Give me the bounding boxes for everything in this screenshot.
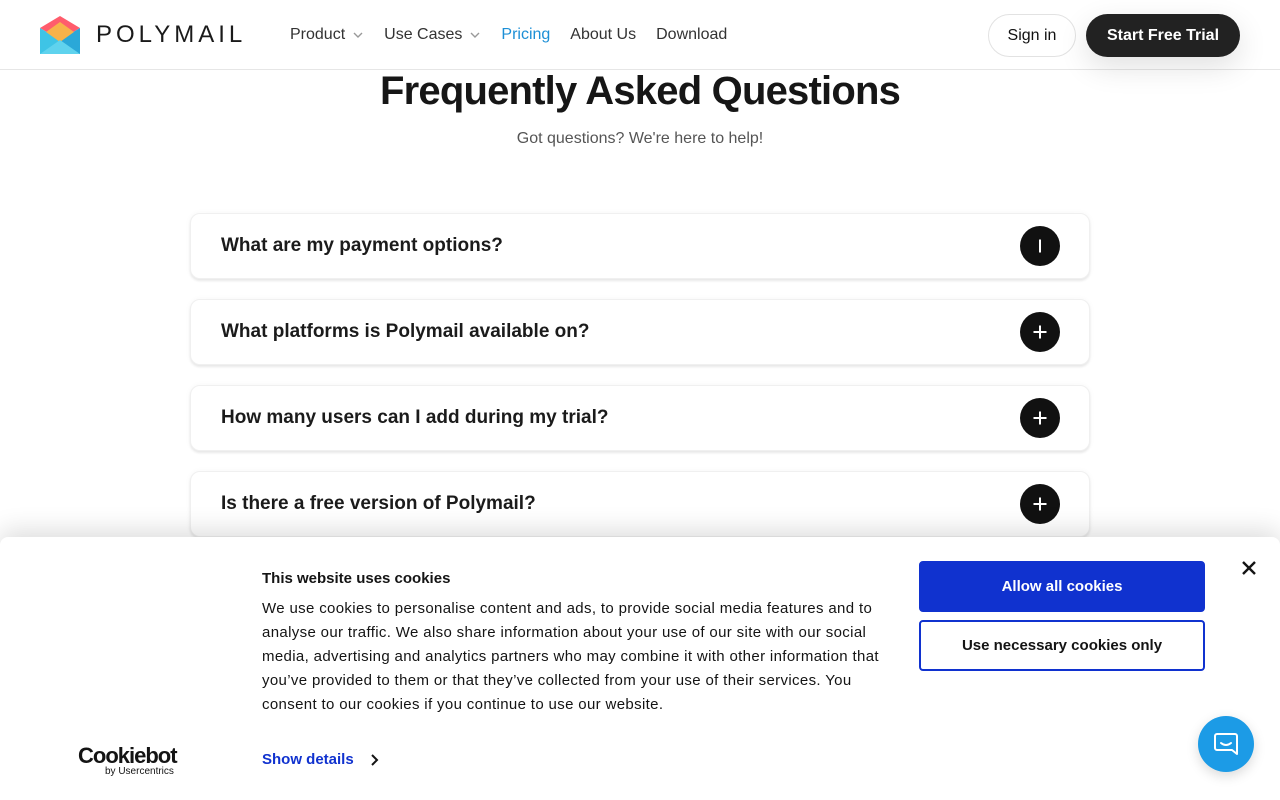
- faq-expand-button[interactable]: [1020, 398, 1060, 438]
- faq-expand-button[interactable]: [1020, 484, 1060, 524]
- nav-use-cases[interactable]: Use Cases: [384, 26, 481, 44]
- chevron-down-icon: [353, 32, 363, 38]
- faq-expand-button[interactable]: [1020, 312, 1060, 352]
- cookie-banner-text: We use cookies to personalise content an…: [262, 600, 879, 713]
- faq-item-free-version[interactable]: Is there a free version of Polymail?: [190, 471, 1090, 537]
- faq-subtitle: Got questions? We're here to help!: [516, 130, 764, 147]
- faq-question: How many users can I add during my trial…: [221, 407, 609, 428]
- faq-list: What are my payment options? What platfo…: [190, 213, 1090, 557]
- faq-question: What platforms is Polymail available on?: [221, 321, 590, 342]
- top-navbar: POLYMAIL Product Use Cases Pricing About…: [0, 0, 1280, 70]
- show-details-link[interactable]: Show details: [262, 750, 380, 770]
- plus-icon: [1033, 497, 1047, 511]
- nav-pricing-label: Pricing: [501, 26, 551, 43]
- faq-question: What are my payment options?: [221, 235, 503, 256]
- nav-pricing[interactable]: Pricing: [501, 26, 550, 44]
- plus-icon: [1033, 325, 1047, 339]
- cookiebot-logo-by: by Usercentrics: [105, 766, 174, 777]
- close-button[interactable]: [1238, 557, 1260, 579]
- faq-question: Is there a free version of Polymail?: [221, 493, 536, 514]
- cookiebot-logo-name: Cookiebot: [78, 743, 178, 768]
- allow-all-cookies-button[interactable]: Allow all cookies: [919, 561, 1205, 612]
- nav-download-label: Download: [656, 26, 728, 43]
- cookie-consent-banner: Cookiebot by Usercentrics This website u…: [0, 537, 1280, 800]
- faq-title: Frequently Asked Questions: [379, 69, 901, 113]
- nav-use-cases-label: Use Cases: [384, 26, 463, 43]
- polymail-logo-icon: [40, 16, 80, 54]
- chevron-right-icon: [370, 754, 379, 766]
- main-nav: Product Use Cases Pricing About Us Downl…: [290, 23, 747, 47]
- nav-product[interactable]: Product: [290, 26, 364, 44]
- cookie-banner-title: This website uses cookies: [262, 570, 451, 587]
- start-free-trial-button[interactable]: Start Free Trial: [1086, 14, 1240, 57]
- nav-product-label: Product: [290, 26, 346, 43]
- brand-name: POLYMAIL: [96, 21, 247, 48]
- sign-in-button[interactable]: Sign in: [988, 14, 1076, 57]
- minus-icon: [1039, 239, 1041, 253]
- nav-download[interactable]: Download: [656, 26, 727, 44]
- show-details-label: Show details: [262, 751, 354, 768]
- faq-collapse-button[interactable]: [1020, 226, 1060, 266]
- faq-item-trial-users[interactable]: How many users can I add during my trial…: [190, 385, 1090, 451]
- nav-about-us-label: About Us: [570, 26, 637, 43]
- polymail-logo[interactable]: POLYMAIL: [40, 16, 246, 54]
- chat-launcher-button[interactable]: [1198, 716, 1254, 772]
- plus-icon: [1033, 411, 1047, 425]
- faq-item-payment-options[interactable]: What are my payment options?: [190, 213, 1090, 279]
- cookiebot-logo[interactable]: Cookiebot by Usercentrics: [78, 744, 182, 778]
- nav-about-us[interactable]: About Us: [570, 26, 636, 44]
- close-icon: [1242, 561, 1256, 575]
- chevron-down-icon: [470, 32, 480, 38]
- chat-bubble-icon: [1214, 733, 1238, 755]
- use-necessary-cookies-button[interactable]: Use necessary cookies only: [919, 620, 1205, 671]
- faq-item-platforms[interactable]: What platforms is Polymail available on?: [190, 299, 1090, 365]
